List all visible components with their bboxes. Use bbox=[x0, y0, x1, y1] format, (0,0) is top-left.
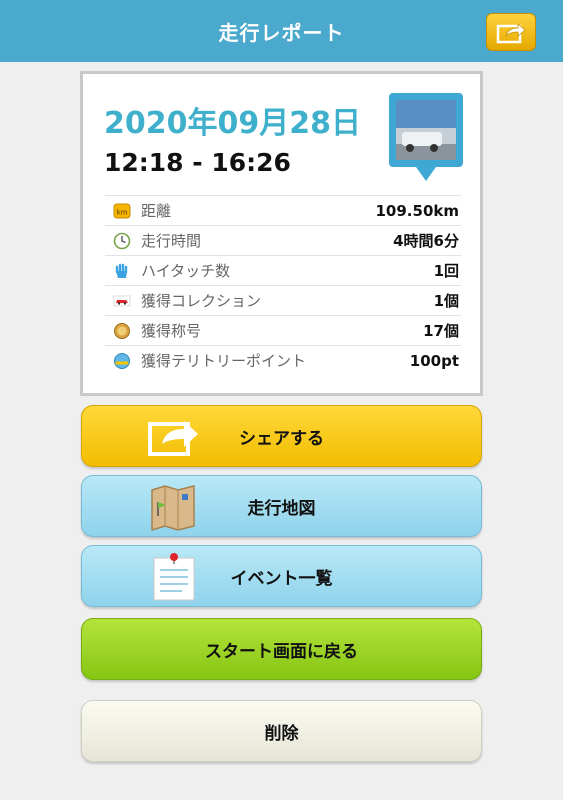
report-date: 2020年09月28日 bbox=[104, 106, 361, 141]
stat-row-drive-time: 走行時間 4時間6分 bbox=[105, 225, 461, 255]
svg-text:km: km bbox=[117, 208, 128, 216]
event-list-button[interactable]: イベント一覧 bbox=[81, 545, 482, 607]
high-five-hand-icon bbox=[113, 262, 131, 280]
stat-row-collection: 獲得コレクション 1個 bbox=[105, 285, 461, 315]
clock-icon bbox=[113, 232, 131, 250]
stat-value: 100pt bbox=[409, 351, 459, 370]
medal-icon bbox=[113, 322, 131, 340]
stat-value: 17個 bbox=[423, 322, 459, 340]
stat-label: 距離 bbox=[141, 202, 172, 220]
stat-row-high-five: ハイタッチ数 1回 bbox=[105, 255, 461, 285]
memo-pin-icon bbox=[153, 553, 195, 601]
stat-value: 1個 bbox=[433, 292, 459, 310]
stat-label: 獲得称号 bbox=[141, 322, 202, 340]
stat-value: 1回 bbox=[433, 262, 459, 280]
stat-label: 走行時間 bbox=[141, 232, 202, 250]
map-icon bbox=[151, 485, 195, 532]
stat-row-territory-points: 獲得テリトリーポイント 100pt bbox=[105, 345, 461, 375]
app-header: 走行レポート bbox=[0, 0, 563, 62]
stat-label: 獲得コレクション bbox=[141, 292, 262, 310]
delete-button[interactable]: 削除 bbox=[81, 700, 482, 762]
car-collection-icon bbox=[113, 292, 131, 310]
report-time-range: 12:18 - 16:26 bbox=[104, 148, 291, 177]
stats-list: km 距離 109.50km 走行時間 4時間6分 ハイタッチ数 1回 獲得コレ… bbox=[105, 195, 461, 375]
drive-map-button[interactable]: 走行地図 bbox=[81, 475, 482, 537]
report-card: 2020年09月28日 12:18 - 16:26 km 距離 109.50km bbox=[80, 71, 483, 396]
delete-button-label: 削除 bbox=[264, 723, 299, 744]
stat-row-distance: km 距離 109.50km bbox=[105, 195, 461, 225]
stat-label: ハイタッチ数 bbox=[141, 262, 231, 280]
photo-pin-icon[interactable] bbox=[388, 92, 464, 182]
share-arrow-icon bbox=[496, 23, 526, 44]
stat-row-titles: 獲得称号 17個 bbox=[105, 315, 461, 345]
share-button-label: シェアする bbox=[239, 428, 324, 449]
back-to-start-button[interactable]: スタート画面に戻る bbox=[81, 618, 482, 680]
territory-point-icon bbox=[113, 352, 131, 370]
stat-label: 獲得テリトリーポイント bbox=[141, 352, 307, 370]
back-to-start-button-label: スタート画面に戻る bbox=[205, 641, 358, 662]
event-list-button-label: イベント一覧 bbox=[230, 568, 333, 589]
share-button[interactable]: シェアする bbox=[81, 405, 482, 467]
stat-value: 109.50km bbox=[375, 201, 460, 220]
drive-map-button-label: 走行地図 bbox=[247, 498, 316, 519]
km-badge-icon: km bbox=[113, 202, 131, 220]
share-arrow-icon bbox=[148, 421, 198, 456]
stat-value: 4時間6分 bbox=[393, 232, 459, 250]
header-share-button[interactable] bbox=[486, 13, 536, 51]
page-title: 走行レポート bbox=[218, 20, 345, 45]
